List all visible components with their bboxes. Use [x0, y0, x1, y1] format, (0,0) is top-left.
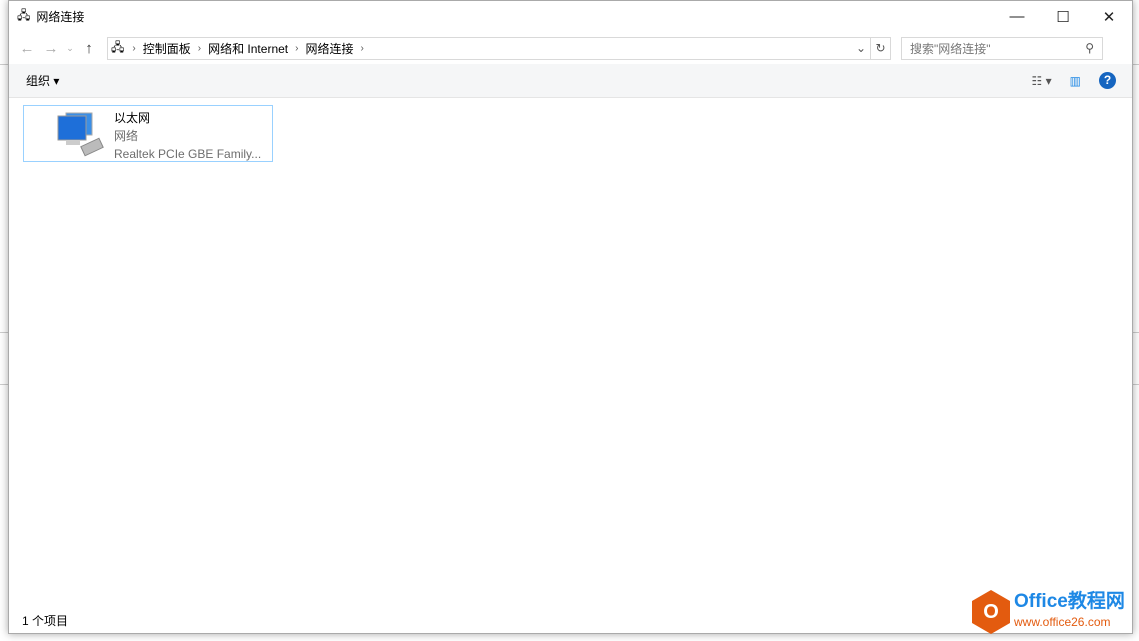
breadcrumb-control-panel[interactable]: 控制面板: [143, 40, 191, 57]
list-item-ethernet[interactable]: 以太网 网络 Realtek PCIe GBE Family...: [23, 105, 273, 162]
back-button[interactable]: ←: [15, 40, 39, 57]
recent-locations-button[interactable]: ⌄: [63, 43, 77, 54]
ethernet-adapter-icon: [24, 106, 114, 161]
change-view-button[interactable]: ☷ ▾: [1032, 74, 1052, 88]
command-bar: 组织 ▾ ☷ ▾ ▥ ?: [9, 64, 1132, 98]
chevron-right-icon: ›: [197, 42, 202, 54]
address-dropdown-button[interactable]: ⌄: [852, 41, 870, 55]
network-folder-icon: 🖧: [111, 39, 125, 54]
connection-name: 以太网: [114, 111, 151, 125]
title-bar: 🖧 网络连接 — ☐ ✕: [9, 1, 1132, 32]
search-input[interactable]: 搜索"网络连接" ⚲: [901, 36, 1103, 60]
breadcrumb-network-connections[interactable]: 网络连接: [305, 40, 353, 57]
window-title: 网络连接: [36, 10, 85, 24]
refresh-button[interactable]: ↻: [871, 36, 891, 60]
watermark-url: www.office26.com: [1014, 615, 1111, 629]
connection-device: Realtek PCIe GBE Family...: [114, 147, 262, 161]
search-icon[interactable]: ⚲: [1085, 41, 1094, 55]
chevron-right-icon[interactable]: ›: [360, 43, 363, 54]
address-bar[interactable]: 🖧 › 控制面板 › 网络和 Internet › 网络连接 › ⌄: [107, 36, 871, 60]
connection-status: 网络: [114, 129, 139, 143]
up-button[interactable]: ↑: [77, 40, 101, 57]
minimize-button[interactable]: —: [994, 1, 1040, 32]
office-logo-icon: O: [972, 590, 1010, 634]
watermark-logo: O Office教程网 www.office26.com: [972, 590, 1125, 634]
status-item-count: 1 个项目: [22, 614, 69, 628]
preview-pane-button[interactable]: ▥: [1070, 74, 1081, 88]
search-placeholder: 搜索"网络连接": [910, 41, 991, 56]
breadcrumb-network-internet[interactable]: 网络和 Internet: [208, 40, 288, 57]
network-folder-icon: 🖧: [17, 8, 31, 22]
forward-button[interactable]: →: [39, 40, 63, 57]
address-bar-row: ← → ⌄ ↑ 🖧 › 控制面板 › 网络和 Internet › 网络连接 ›…: [9, 32, 1132, 64]
watermark-title: Office教程网: [1014, 591, 1125, 612]
close-button[interactable]: ✕: [1086, 1, 1132, 32]
help-icon[interactable]: ?: [1099, 72, 1116, 89]
network-connections-window: 🖧 网络连接 — ☐ ✕ ← → ⌄ ↑ 🖧 › 控制面板 › 网络和 Inte…: [8, 0, 1133, 634]
maximize-button[interactable]: ☐: [1040, 1, 1086, 32]
chevron-right-icon: ›: [132, 42, 136, 54]
chevron-right-icon: ›: [295, 42, 299, 54]
organize-button[interactable]: 组织 ▾: [26, 72, 59, 89]
